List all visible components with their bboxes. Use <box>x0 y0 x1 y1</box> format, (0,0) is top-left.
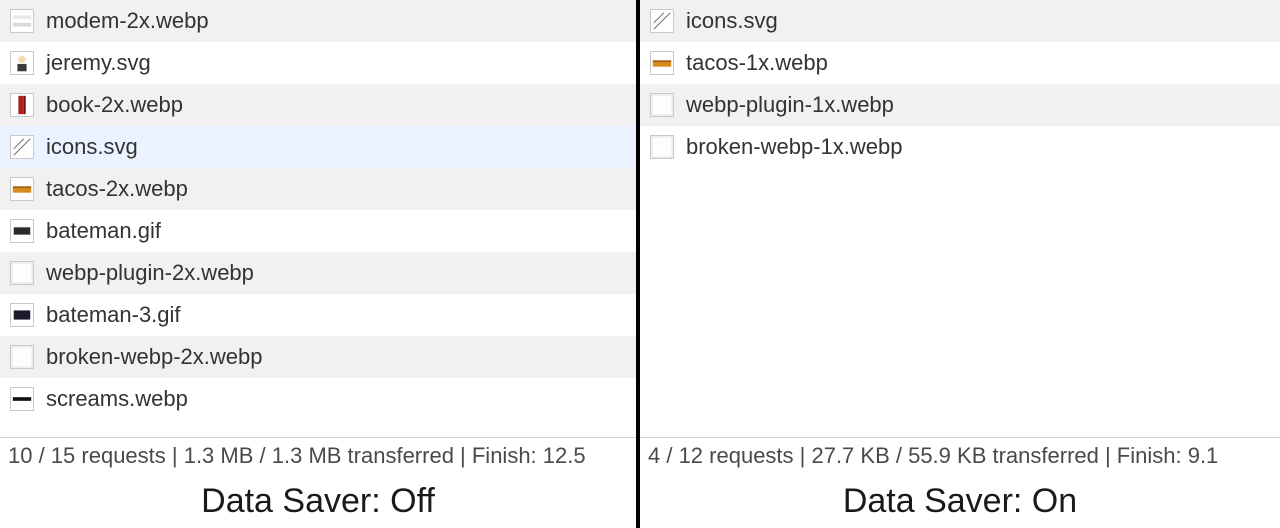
file-name: bateman.gif <box>46 218 161 244</box>
file-row[interactable]: webp-plugin-1x.webp <box>640 84 1280 126</box>
file-name: bateman-3.gif <box>46 302 181 328</box>
status-bar: 10 / 15 requests | 1.3 MB / 1.3 MB trans… <box>0 438 636 474</box>
file-name: broken-webp-2x.webp <box>46 344 262 370</box>
file-name: modem-2x.webp <box>46 8 209 34</box>
file-name: screams.webp <box>46 386 188 412</box>
file-name: tacos-1x.webp <box>686 50 828 76</box>
file-thumb-diagonal-icon <box>650 9 674 33</box>
file-row[interactable]: modem-2x.webp <box>0 0 636 42</box>
file-name: icons.svg <box>46 134 138 160</box>
file-row[interactable]: book-2x.webp <box>0 84 636 126</box>
file-name: jeremy.svg <box>46 50 151 76</box>
file-name: webp-plugin-2x.webp <box>46 260 254 286</box>
file-thumb-dark-icon <box>10 303 34 327</box>
file-name: tacos-2x.webp <box>46 176 188 202</box>
file-row[interactable]: bateman-3.gif <box>0 294 636 336</box>
file-row[interactable]: tacos-1x.webp <box>640 42 1280 84</box>
file-thumb-blank-icon <box>10 345 34 369</box>
file-thumb-avatar-icon <box>10 51 34 75</box>
file-thumb-blank-icon <box>650 93 674 117</box>
file-row[interactable]: broken-webp-2x.webp <box>0 336 636 378</box>
file-thumb-blank-icon <box>650 135 674 159</box>
status-bar: 4 / 12 requests | 27.7 KB / 55.9 KB tran… <box>640 438 1280 474</box>
file-thumb-diagonal-icon <box>10 135 34 159</box>
file-thumb-blank-icon <box>10 261 34 285</box>
network-file-list: icons.svg tacos-1x.webp webp-plugin-1x.web… <box>640 0 1280 168</box>
file-row[interactable]: bateman.gif <box>0 210 636 252</box>
file-thumb-tacos-icon <box>10 177 34 201</box>
panel-caption: Data Saver: On <box>640 474 1280 528</box>
file-thumb-bar-icon <box>10 387 34 411</box>
panel-data-saver-on: icons.svg tacos-1x.webp webp-plugin-1x.web… <box>640 0 1280 528</box>
file-row[interactable]: webp-plugin-2x.webp <box>0 252 636 294</box>
file-name: broken-webp-1x.webp <box>686 134 902 160</box>
file-thumb-tacos-icon <box>650 51 674 75</box>
panel-caption: Data Saver: Off <box>0 474 636 528</box>
file-thumb-book-icon <box>10 93 34 117</box>
comparison-container: modem-2x.webp jeremy.svg book-2x.webp icons… <box>0 0 1280 528</box>
file-row[interactable]: jeremy.svg <box>0 42 636 84</box>
file-name: webp-plugin-1x.webp <box>686 92 894 118</box>
file-name: book-2x.webp <box>46 92 183 118</box>
file-thumb-modem-icon <box>10 9 34 33</box>
file-row[interactable]: tacos-2x.webp <box>0 168 636 210</box>
file-row[interactable]: screams.webp <box>0 378 636 420</box>
file-name: icons.svg <box>686 8 778 34</box>
file-row[interactable]: icons.svg <box>640 0 1280 42</box>
network-file-list: modem-2x.webp jeremy.svg book-2x.webp icons… <box>0 0 636 420</box>
file-row[interactable]: icons.svg <box>0 126 636 168</box>
file-row[interactable]: broken-webp-1x.webp <box>640 126 1280 168</box>
panel-data-saver-off: modem-2x.webp jeremy.svg book-2x.webp icons… <box>0 0 640 528</box>
file-thumb-dark-icon <box>10 219 34 243</box>
